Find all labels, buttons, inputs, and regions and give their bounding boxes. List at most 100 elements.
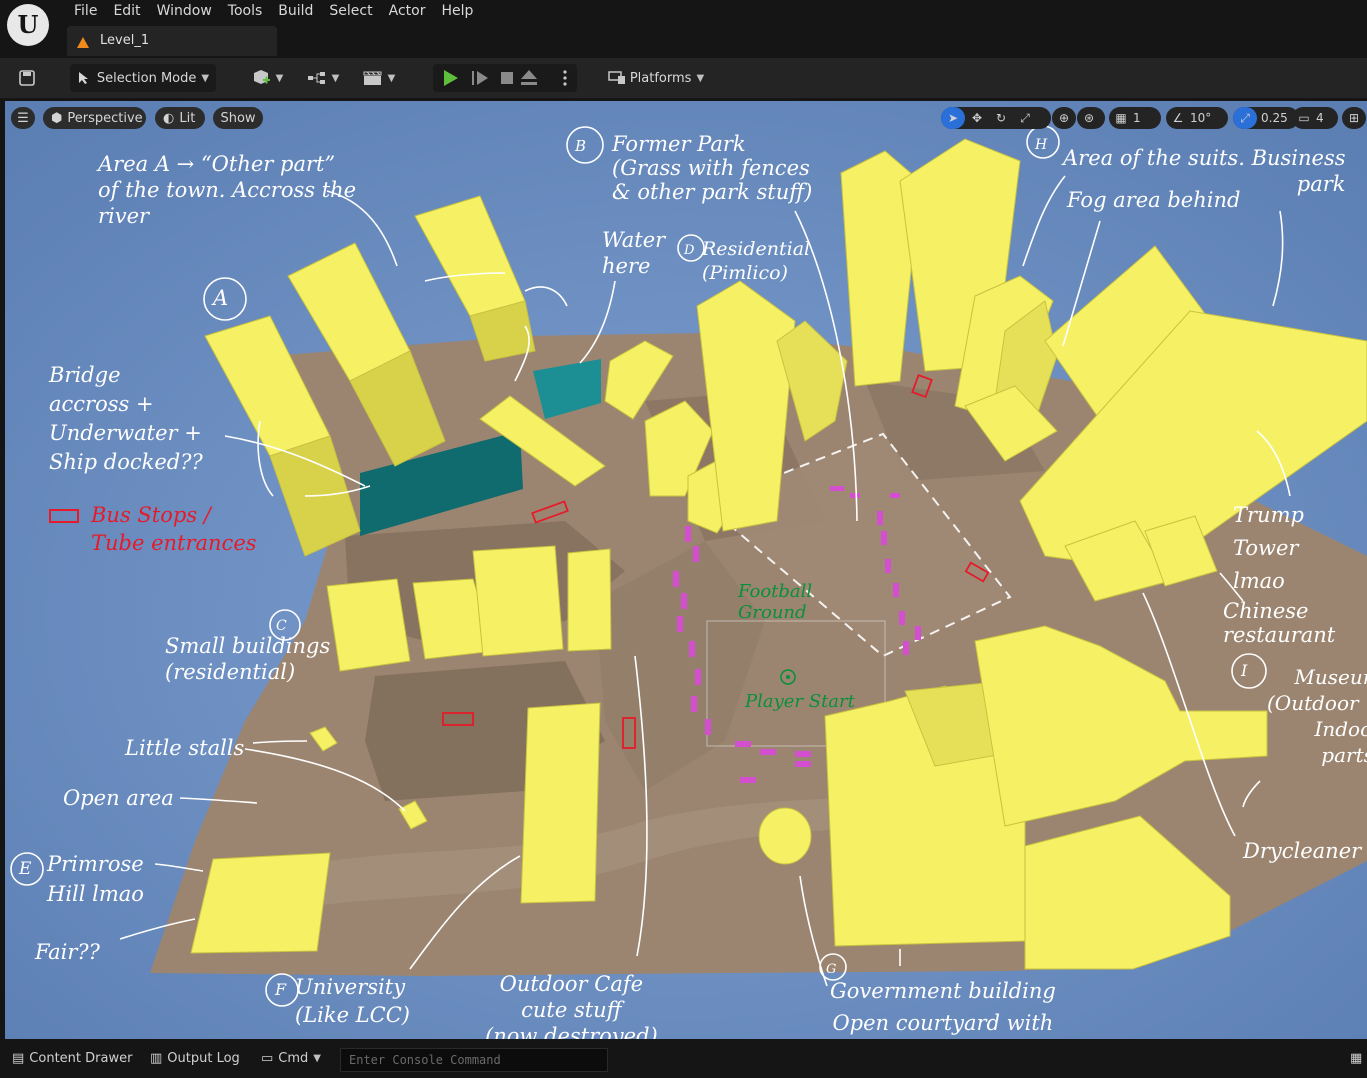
platforms-icon <box>608 71 625 84</box>
add-actor-icon <box>253 70 270 84</box>
note-water-here: Water here <box>602 228 666 278</box>
blueprint-button[interactable]: ▼ <box>302 64 344 92</box>
menu-edit[interactable]: Edit <box>105 1 148 21</box>
platforms-dropdown[interactable]: Platforms ▼ <box>604 64 708 92</box>
note-residential: Residential (Pimlico) <box>702 238 811 284</box>
status-bar: ▤ Content Drawer ▥ Output Log ▭ Cmd ▼ Enter … <box>0 1043 1367 1078</box>
menu-bar: U File Edit Window Tools Build Select Ac… <box>0 0 1367 60</box>
unreal-logo-icon[interactable]: U <box>7 4 49 46</box>
note-chinese-restaurant: Chinese restaurant <box>1223 599 1336 647</box>
menu-build[interactable]: Build <box>270 1 321 21</box>
scale-snap-control[interactable]: ⤢ 0.25 <box>1233 107 1299 129</box>
step-icon[interactable] <box>472 71 488 85</box>
viewport-options-button[interactable]: ☰ <box>11 107 35 129</box>
note-university: University (Like LCC) <box>295 975 410 1027</box>
menu-help[interactable]: Help <box>433 1 481 21</box>
scale-tool-icon[interactable]: ⤢ <box>1013 111 1037 126</box>
chevron-down-icon: ▼ <box>331 72 340 84</box>
note-fair: Fair?? <box>35 940 100 964</box>
note-e-circle: E <box>19 859 32 879</box>
note-trump-tower: Trump Tower lmao <box>1233 503 1304 593</box>
layout-icon: ⊞ <box>1348 111 1360 125</box>
add-actor-button[interactable]: ▼ <box>246 64 288 92</box>
note-f-circle: F <box>275 980 287 999</box>
output-log-button[interactable]: ▥ Output Log <box>150 1051 240 1066</box>
selection-mode-label: Selection Mode <box>96 70 197 86</box>
platforms-label: Platforms <box>629 70 692 86</box>
cmd-dropdown[interactable]: ▭ Cmd ▼ <box>261 1051 321 1066</box>
surface-snap-icon: ⊛ <box>1083 111 1095 125</box>
move-tool-icon[interactable]: ✥ <box>965 111 989 125</box>
note-former-park: Former Park (Grass with fences & other p… <box>612 132 813 204</box>
main-menu: File Edit Window Tools Build Select Acto… <box>66 1 481 21</box>
more-options-icon[interactable] <box>563 70 567 86</box>
rotation-snap-control[interactable]: ∠ 10° <box>1166 107 1228 129</box>
menu-actor[interactable]: Actor <box>381 1 434 21</box>
cmd-label: Cmd <box>278 1051 309 1066</box>
note-drycleaner: Drycleaner <box>1243 839 1362 863</box>
cursor-icon <box>78 72 88 84</box>
note-museum: Museum (Outdoor + Indoor parts) <box>1267 665 1367 767</box>
chevron-down-icon: ▼ <box>313 1053 321 1064</box>
chevron-down-icon: ▼ <box>696 72 705 84</box>
save-icon <box>19 70 35 86</box>
output-log-label: Output Log <box>167 1051 240 1066</box>
menu-window[interactable]: Window <box>149 1 220 21</box>
note-football-ground: Football Ground <box>738 581 813 623</box>
bus-stop-legend-icon <box>49 509 79 523</box>
layout-button[interactable]: ⊞ <box>1342 107 1366 129</box>
surface-snap-toggle[interactable]: ⊛ <box>1077 107 1105 129</box>
note-fog-area: Fog area behind <box>1067 188 1241 212</box>
scale-snap-value: 0.25 <box>1261 111 1288 125</box>
console-input[interactable]: Enter Console Command <box>340 1048 608 1072</box>
note-b-circle: B <box>575 137 587 155</box>
content-drawer-label: Content Drawer <box>29 1051 133 1066</box>
play-controls <box>433 64 577 92</box>
perspective-button[interactable]: ⬢ Perspective <box>43 107 146 129</box>
rotate-tool-icon[interactable]: ↻ <box>989 111 1013 125</box>
camera-speed-control[interactable]: ▭ 4 <box>1292 107 1338 129</box>
scale-snap-icon: ⤢ <box>1233 107 1257 129</box>
hamburger-icon: ☰ <box>17 110 29 126</box>
camera-icon: ▭ <box>1298 111 1310 125</box>
note-i-circle: I <box>1241 661 1248 680</box>
blueprint-icon <box>307 72 325 84</box>
main-toolbar: Selection Mode ▼ ▼ ▼ ▼ Platforms ▼ <box>0 58 1367 98</box>
terminal-icon: ▭ <box>261 1051 274 1066</box>
world-local-toggle[interactable]: ⊕ <box>1052 107 1076 129</box>
play-icon[interactable] <box>444 70 458 86</box>
grid-snap-control[interactable]: ▦ 1 <box>1109 107 1161 129</box>
panel-layout-icon[interactable]: ▦ <box>1350 1051 1362 1066</box>
menu-tools[interactable]: Tools <box>220 1 271 21</box>
lit-button[interactable]: ◐ Lit <box>155 107 205 129</box>
grid-icon: ▦ <box>1115 111 1127 125</box>
chevron-down-icon: ▼ <box>387 72 396 84</box>
stop-icon[interactable] <box>501 72 513 84</box>
camera-speed-value: 4 <box>1316 111 1324 125</box>
show-button[interactable]: Show <box>213 107 263 129</box>
angle-icon: ∠ <box>1172 111 1184 125</box>
level-viewport[interactable]: ☰ ⬢ Perspective ◐ Lit Show ➤ ✥ ↻ ⤢ ⊕ ⊛ ▦ 1 … <box>5 101 1367 1039</box>
content-drawer-button[interactable]: ▤ Content Drawer <box>12 1051 132 1066</box>
level-tab-label: Level_1 <box>100 33 150 48</box>
level-tab[interactable]: Level_1 <box>67 26 277 56</box>
note-bus-stops: Bus Stops / Tube entrances <box>91 503 257 555</box>
menu-file[interactable]: File <box>66 1 105 21</box>
menu-select[interactable]: Select <box>321 1 380 21</box>
cube-icon: ⬢ <box>51 110 63 126</box>
select-tool-icon[interactable]: ➤ <box>941 107 965 129</box>
note-d-circle: D <box>684 243 695 258</box>
level-icon <box>77 37 89 48</box>
eject-icon[interactable] <box>521 70 537 85</box>
save-button[interactable] <box>14 64 40 92</box>
cinematics-button[interactable]: ▼ <box>358 64 400 92</box>
perspective-label: Perspective <box>67 110 143 126</box>
note-a-circle: A <box>213 286 229 310</box>
chevron-down-icon: ▼ <box>201 72 210 84</box>
note-small-buildings: Small buildings (residential) <box>165 634 331 684</box>
world-icon: ⊕ <box>1058 111 1070 125</box>
note-player-start: Player Start <box>745 691 855 712</box>
transform-tools: ➤ ✥ ↻ ⤢ <box>941 107 1051 129</box>
selection-mode-dropdown[interactable]: Selection Mode ▼ <box>70 64 216 92</box>
grid-snap-value: 1 <box>1133 111 1141 125</box>
